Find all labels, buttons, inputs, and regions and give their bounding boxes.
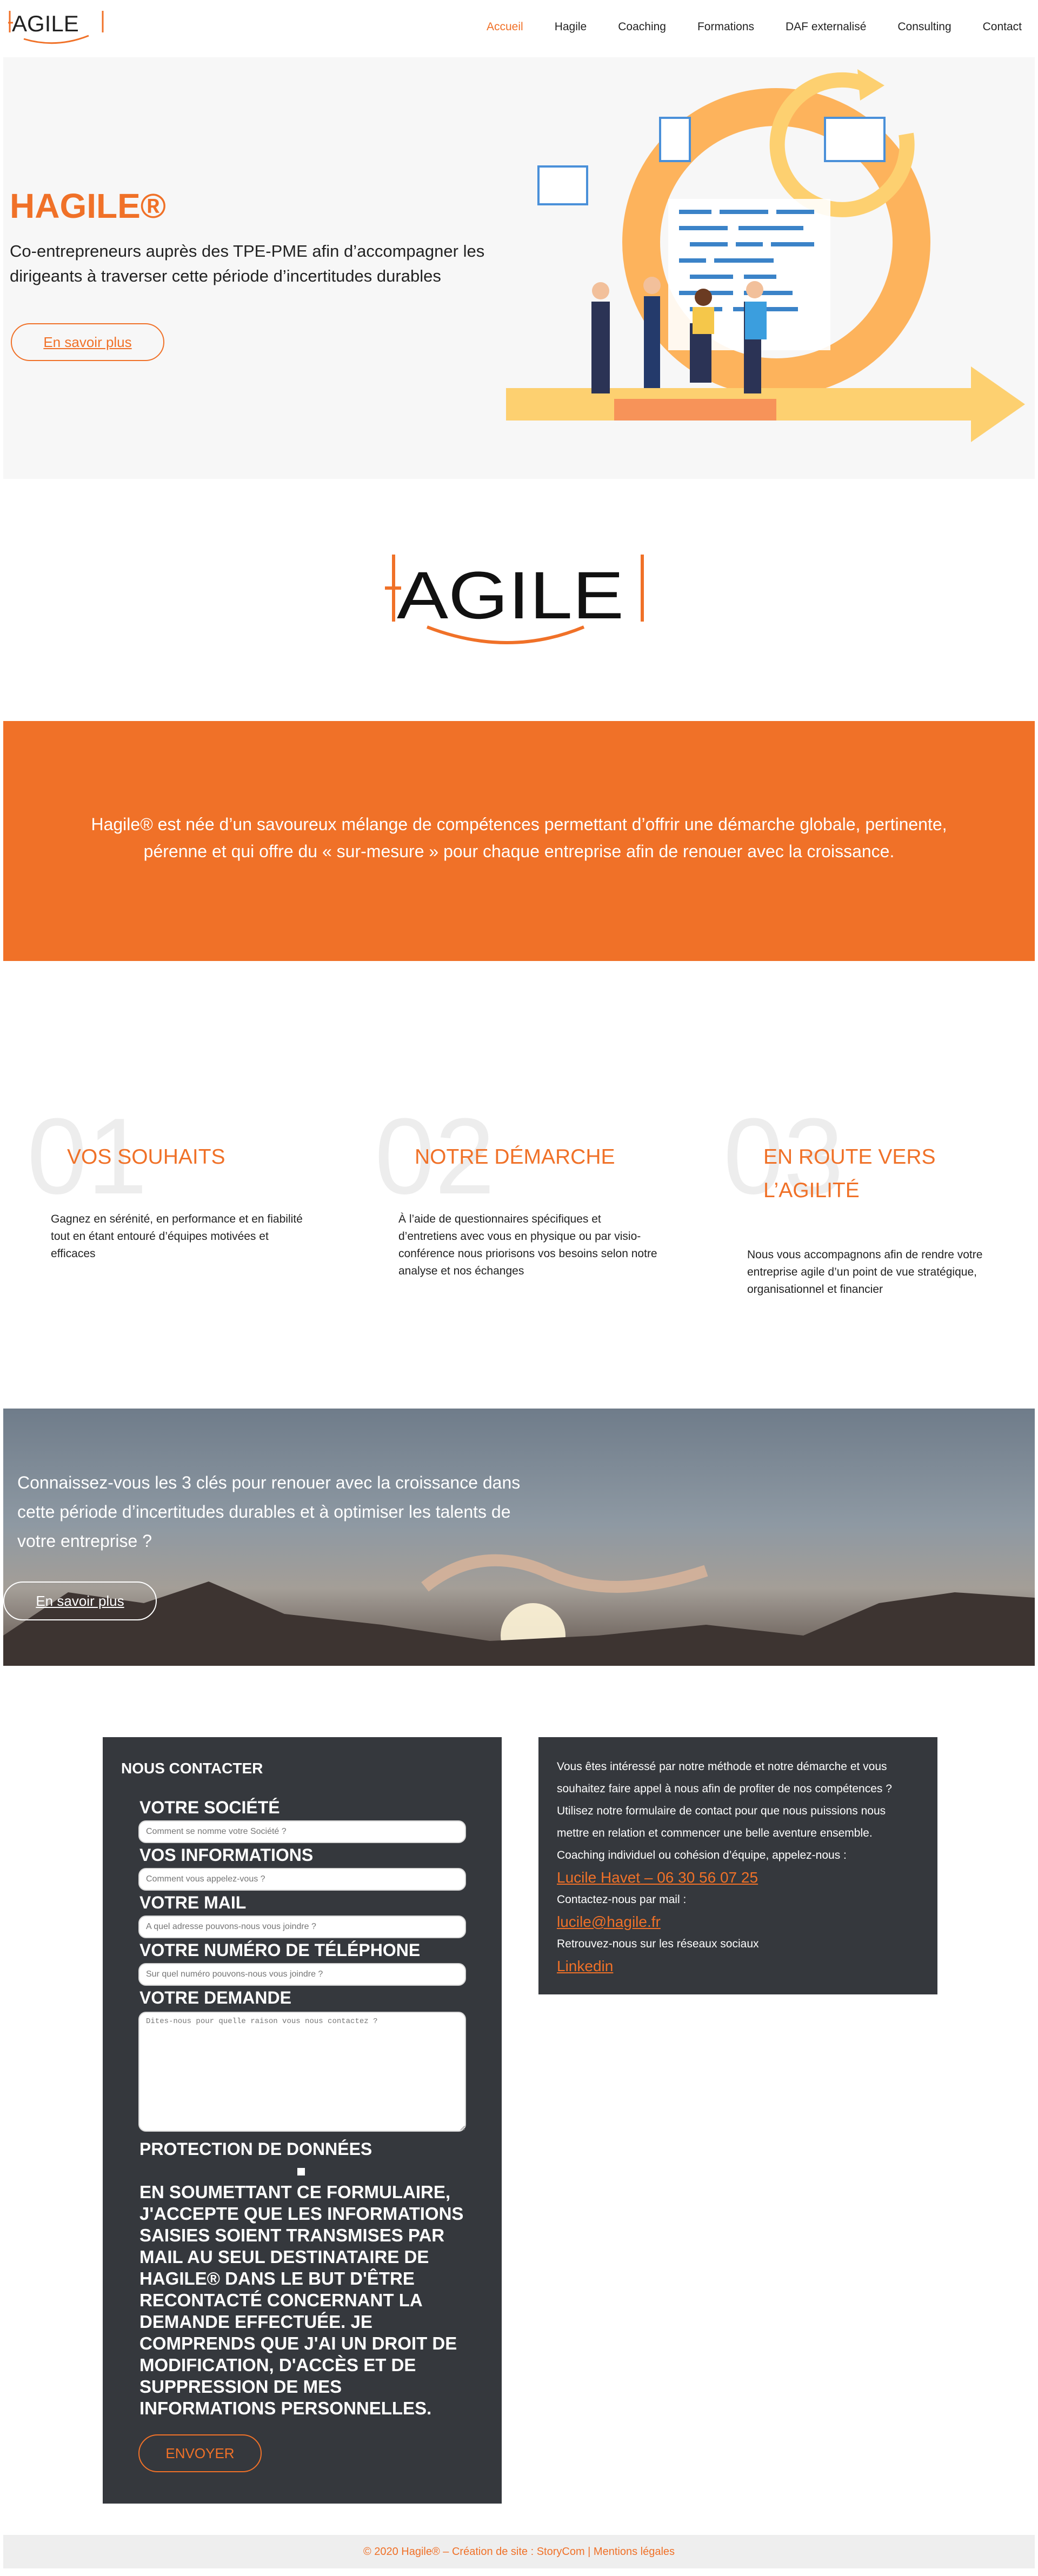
consent-text: EN SOUMETTANT CE FORMULAIRE, J'ACCEPTE Q…: [139, 2182, 464, 2418]
step-1: 01 VOS SOUHAITS Gagnez en sérénité, en p…: [27, 1103, 351, 1330]
nav-item-coaching[interactable]: Coaching: [618, 21, 666, 34]
message-label: VOTRE DEMANDE: [139, 1988, 291, 2007]
hagile-logo-large: AGILE: [385, 555, 644, 644]
step-title: VOS SOUHAITS: [67, 1145, 225, 1169]
nav-item-accueil[interactable]: Accueil: [487, 21, 523, 34]
email-input[interactable]: [138, 1916, 466, 1938]
svg-text:AGILE: AGILE: [397, 558, 624, 633]
nav-item-contact[interactable]: Contact: [983, 21, 1022, 34]
hero-illustration: [506, 69, 1025, 442]
hero-more-button[interactable]: En savoir plus: [11, 323, 164, 361]
intro-banner: Hagile® est née d’un savoureux mélange d…: [3, 721, 1035, 961]
company-label: VOTRE SOCIÉTÉ: [139, 1798, 280, 1817]
hagile-logo[interactable]: AGILE: [8, 8, 108, 45]
step-3: 03 EN ROUTE VERS L’AGILITÉ Nous vous acc…: [723, 1103, 1038, 1330]
message-textarea[interactable]: [138, 2012, 466, 2132]
step-2: 02 NOTRE DÉMARCHE À l’aide de questionna…: [375, 1103, 699, 1330]
nav-item-daf[interactable]: DAF externalisé: [786, 21, 866, 34]
coaching-text: Coaching individuel ou cohésion d’équipe…: [557, 1849, 847, 1861]
step-description: Nous vous accompagnons afin de rendre vo…: [747, 1249, 983, 1296]
consent-checkbox[interactable]: [297, 2168, 305, 2175]
step-title: NOTRE DÉMARCHE: [415, 1145, 615, 1169]
site-header: AGILE Accueil Hagile Coaching Formations…: [0, 0, 1038, 57]
hero-title: HAGILE®: [10, 186, 166, 225]
nav-item-consulting[interactable]: Consulting: [897, 21, 951, 34]
hero-section: HAGILE® Co-entrepreneurs auprès des TPE-…: [3, 57, 1035, 479]
nav-item-formations[interactable]: Formations: [697, 21, 754, 34]
send-button[interactable]: ENVOYER: [138, 2434, 262, 2472]
privacy-label: PROTECTION DE DONNÉES: [139, 2139, 372, 2159]
step-title: EN ROUTE VERS L’AGILITÉ: [763, 1145, 936, 1202]
name-label: VOS INFORMATIONS: [139, 1845, 314, 1865]
hero-subtitle: Co-entrepreneurs auprès des TPE-PME afin…: [10, 242, 485, 285]
nav-item-hagile[interactable]: Hagile: [555, 21, 587, 34]
contact-info: Vous êtes intéressé par notre méthode et…: [538, 1737, 937, 1994]
phone-input[interactable]: [138, 1963, 466, 1986]
email-link[interactable]: lucile@hagile.fr: [557, 1911, 919, 1933]
intro-banner-text: Hagile® est née d’un savoureux mélange d…: [91, 815, 947, 861]
keys-photo-section: Connaissez-vous les 3 clés pour renouer …: [3, 1409, 1035, 1666]
name-input[interactable]: [138, 1868, 466, 1891]
svg-text:AGILE: AGILE: [12, 11, 79, 36]
site-footer: © 2020 Hagile® – Création de site : Stor…: [3, 2535, 1035, 2568]
footer-text: © 2020 Hagile® – Création de site : Stor…: [363, 2546, 675, 2558]
social-label: Retrouvez-nous sur les réseaux sociaux: [557, 1938, 759, 1950]
email-label: VOTRE MAIL: [139, 1893, 247, 1912]
phone-label: VOTRE NUMÉRO DE TÉLÉPHONE: [139, 1940, 421, 1960]
linkedin-link[interactable]: Linkedin: [557, 1955, 919, 1977]
phone-link[interactable]: Lucile Havet – 06 30 56 07 25: [557, 1866, 919, 1888]
keys-question: Connaissez-vous les 3 clés pour renouer …: [17, 1473, 521, 1551]
step-description: À l’aide de questionnaires spécifiques e…: [398, 1213, 657, 1277]
main-nav: Accueil Hagile Coaching Formations DAF e…: [487, 21, 1022, 34]
contact-form-title: NOUS CONTACTER: [121, 1760, 263, 1777]
keys-more-button[interactable]: En savoir plus: [3, 1581, 157, 1620]
contact-form: NOUS CONTACTER VOTRE SOCIÉTÉ VOS INFORMA…: [103, 1737, 502, 2504]
step-description: Gagnez en sérénité, en performance et en…: [51, 1213, 303, 1260]
contact-intro: Vous êtes intéressé par notre méthode et…: [557, 1760, 892, 1839]
company-input[interactable]: [138, 1820, 466, 1843]
mail-label: Contactez-nous par mail :: [557, 1893, 687, 1906]
